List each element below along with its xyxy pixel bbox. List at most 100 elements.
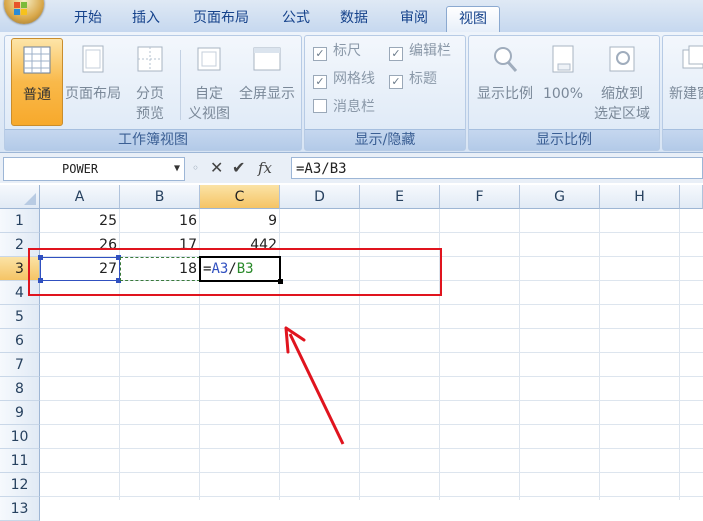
checkbox-checked-icon: ✓ (313, 47, 327, 61)
zoom-label: 显示比例 (477, 86, 533, 102)
tab-insert[interactable]: 插入 (120, 6, 172, 32)
custom-views-label-2: 义视图 (188, 106, 230, 122)
tab-formulas[interactable]: 公式 (270, 6, 322, 32)
new-window-label: 新建窗 (669, 86, 703, 102)
zoom-100-button[interactable]: 100% (539, 38, 587, 124)
page-layout-view-button[interactable]: 页面布局 (63, 38, 123, 124)
group-label-workbook-views: 工作簿视图 (5, 129, 301, 150)
group-label-zoom: 显示比例 (469, 129, 659, 150)
checkbox-checked-icon: ✓ (389, 75, 403, 89)
worksheet-grid: A B C D E F G H 1 2 3 4 5 6 7 8 9 10 11 … (0, 185, 703, 521)
group-zoom: 显示比例 100% 缩放到 选定区域 显示比例 (468, 35, 660, 151)
column-header-a[interactable]: A (40, 185, 120, 209)
page-break-preview-button[interactable]: 分页 预览 (125, 38, 175, 124)
zoom-to-selection-button[interactable]: 缩放到 选定区域 (589, 38, 655, 124)
gridlines-label: 网格线 (333, 71, 375, 87)
full-screen-icon (253, 47, 281, 71)
row-header-8[interactable]: 8 (0, 377, 40, 401)
resize-handle-icon[interactable]: ◦ (192, 157, 199, 179)
ribbon-separator (180, 50, 181, 120)
name-box-value: POWER (62, 162, 99, 176)
full-screen-button[interactable]: 全屏显示 (235, 38, 299, 124)
tab-data[interactable]: 数据 (328, 6, 380, 32)
tab-page-layout[interactable]: 页面布局 (180, 6, 262, 32)
checkbox-unchecked-icon (313, 99, 327, 113)
zoom-selection-label-2: 选定区域 (594, 106, 650, 122)
office-logo-icon (14, 2, 27, 15)
row-header-1[interactable]: 1 (0, 209, 40, 233)
custom-views-label-1: 自定 (195, 86, 223, 102)
new-window-button[interactable]: 新建窗 (665, 38, 703, 124)
headings-checkbox[interactable]: ✓ 标题 (389, 70, 437, 89)
page-layout-label: 页面布局 (65, 86, 121, 102)
zoom-button[interactable]: 显示比例 (473, 38, 537, 124)
formula-bar: POWER ▼ ◦ ✕ ✔ fx =A3/B3 (0, 153, 703, 183)
ribbon: 普通 页面布局 分页 预览 自定 义视图 全屏显示 工作簿视图 ✓ 标尺 ✓ 编… (0, 32, 703, 153)
group-workbook-views: 普通 页面布局 分页 预览 自定 义视图 全屏显示 工作簿视图 (4, 35, 302, 151)
cell-c1[interactable]: 9 (200, 209, 280, 233)
custom-views-button[interactable]: 自定 义视图 (183, 38, 235, 124)
headings-label: 标题 (409, 71, 437, 87)
ruler-label: 标尺 (333, 43, 361, 59)
message-bar-label: 消息栏 (333, 99, 375, 115)
zoom-selection-icon (609, 46, 635, 72)
custom-views-icon (197, 47, 221, 71)
column-header-b[interactable]: B (120, 185, 200, 209)
row-header-13[interactable]: 13 (0, 497, 40, 521)
column-header-e[interactable]: E (360, 185, 440, 209)
tab-home[interactable]: 开始 (62, 6, 114, 32)
checkbox-checked-icon: ✓ (313, 75, 327, 89)
row-header-6[interactable]: 6 (0, 329, 40, 353)
column-header-f[interactable]: F (440, 185, 520, 209)
formula-input[interactable]: =A3/B3 (291, 157, 703, 179)
ruler-checkbox[interactable]: ✓ 标尺 (313, 42, 361, 61)
group-show-hide: ✓ 标尺 ✓ 编辑栏 ✓ 网格线 ✓ 标题 消息栏 显示/隐藏 (304, 35, 466, 151)
formula-buttons: ◦ ✕ ✔ fx (192, 157, 286, 179)
tab-review[interactable]: 审阅 (388, 6, 440, 32)
zoom-selection-label-1: 缩放到 (601, 86, 643, 102)
formula-bar-checkbox[interactable]: ✓ 编辑栏 (389, 42, 451, 61)
zoom-icon (494, 47, 518, 72)
group-window: 新建窗 (662, 35, 703, 151)
page-layout-icon (82, 45, 104, 73)
cancel-icon[interactable]: ✕ (210, 157, 223, 179)
office-button[interactable] (4, 0, 44, 24)
group-label-show-hide: 显示/隐藏 (305, 129, 465, 150)
column-header-g[interactable]: G (520, 185, 600, 209)
formula-bar-label: 编辑栏 (409, 43, 451, 59)
select-all-button[interactable] (0, 185, 40, 209)
gridlines-checkbox[interactable]: ✓ 网格线 (313, 70, 375, 89)
column-header-c[interactable]: C (200, 185, 280, 209)
normal-view-label: 普通 (23, 87, 51, 103)
row-header-10[interactable]: 10 (0, 425, 40, 449)
enter-check-icon[interactable]: ✔ (232, 157, 245, 179)
row-header-11[interactable]: 11 (0, 449, 40, 473)
group-label-window (663, 129, 703, 150)
annotation-highlight-box (28, 248, 442, 296)
ribbon-tab-bar: 开始 插入 页面布局 公式 数据 审阅 视图 (0, 0, 703, 33)
page-break-preview-label-1: 分页 (136, 86, 164, 102)
row-header-9[interactable]: 9 (0, 401, 40, 425)
zoom-100-label: 100% (542, 86, 584, 102)
cell-b1[interactable]: 16 (120, 209, 200, 233)
cell-a1[interactable]: 25 (40, 209, 120, 233)
column-header-d[interactable]: D (280, 185, 360, 209)
message-bar-checkbox[interactable]: 消息栏 (313, 98, 375, 116)
tab-view[interactable]: 视图 (446, 6, 500, 33)
normal-view-button[interactable]: 普通 (11, 38, 63, 126)
normal-view-icon (23, 46, 51, 74)
column-header-i[interactable] (680, 185, 703, 209)
full-screen-label: 全屏显示 (239, 86, 295, 102)
row-header-5[interactable]: 5 (0, 305, 40, 329)
zoom-100-icon (552, 45, 574, 73)
row-header-12[interactable]: 12 (0, 473, 40, 497)
new-window-icon (682, 45, 703, 69)
name-box[interactable]: POWER ▼ (3, 157, 185, 181)
checkbox-checked-icon: ✓ (389, 47, 403, 61)
insert-function-icon[interactable]: fx (258, 157, 272, 179)
chevron-down-icon[interactable]: ▼ (174, 158, 180, 180)
column-header-h[interactable]: H (600, 185, 680, 209)
page-break-preview-icon (137, 46, 163, 72)
page-break-preview-label-2: 预览 (136, 106, 164, 122)
row-header-7[interactable]: 7 (0, 353, 40, 377)
